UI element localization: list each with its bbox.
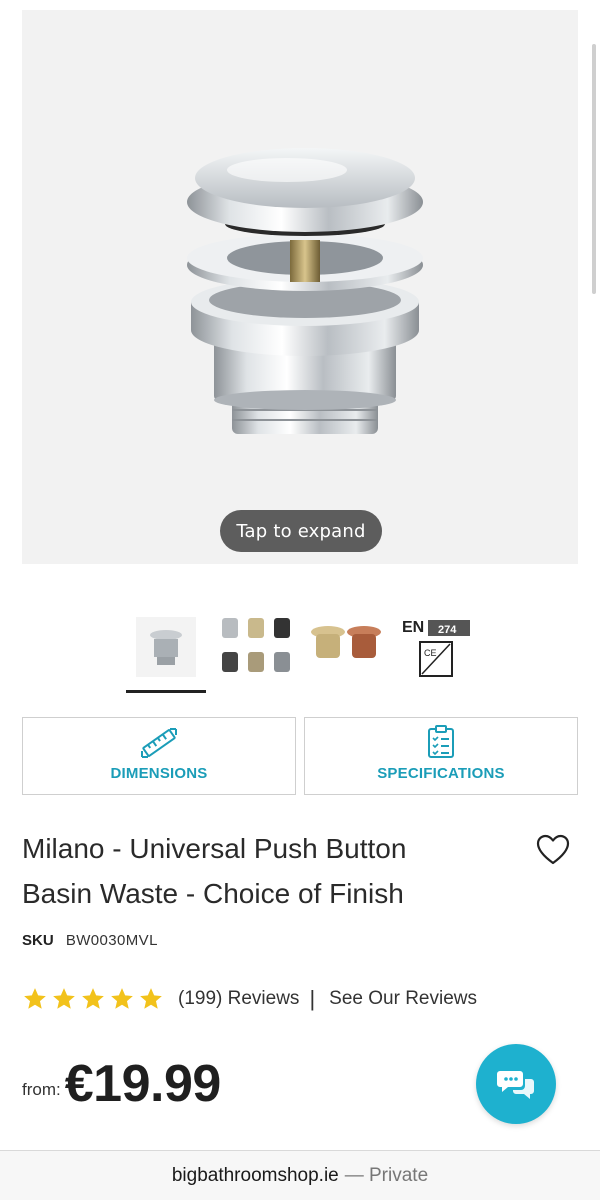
- dimensions-label: DIMENSIONS: [110, 765, 208, 782]
- browser-url-bar[interactable]: bigbathroomshop.ie — Private: [0, 1150, 600, 1200]
- certification-icon: EN 274 CE: [402, 619, 470, 677]
- price-value: €19.99: [64, 1055, 222, 1113]
- url-private-indicator: — Private: [344, 1164, 429, 1186]
- star-icon: [24, 988, 46, 1009]
- specifications-label: SPECIFICATIONS: [377, 765, 505, 782]
- dimensions-button[interactable]: DIMENSIONS: [22, 717, 296, 795]
- chrome-waste-thumb-image: [136, 617, 196, 677]
- finishes-grid-thumb-image: [222, 618, 290, 672]
- tap-to-expand-button[interactable]: Tap to expand: [220, 510, 382, 552]
- wishlist-heart-icon[interactable]: [536, 834, 570, 866]
- sku-label: SKU: [22, 932, 54, 949]
- reviews-count-link[interactable]: (199) Reviews: [178, 988, 299, 1010]
- price-block: from: €19.99: [22, 1058, 221, 1110]
- thumbnail-strip: EN 274 CE: [126, 607, 476, 693]
- url-domain: bigbathroomshop.ie: [171, 1164, 339, 1186]
- brass-copper-thumb-image: [311, 626, 381, 658]
- star-icon: [82, 988, 104, 1009]
- thumbnail-finishes-grid[interactable]: [216, 607, 296, 687]
- thumbnail-certification-marks[interactable]: EN 274 CE: [396, 607, 476, 687]
- live-chat-button[interactable]: [476, 1044, 556, 1124]
- price-prefix: from:: [22, 1080, 61, 1099]
- star-icon: [140, 988, 162, 1009]
- sku-row: SKU BW0030MVL: [22, 932, 158, 949]
- thumbnail-chrome-waste[interactable]: [126, 607, 206, 693]
- en-number-text: 274: [438, 624, 457, 636]
- see-our-reviews-link[interactable]: See Our Reviews: [329, 988, 477, 1010]
- ce-mark-text: CE: [424, 648, 437, 658]
- clipboard-list-icon: [428, 725, 454, 758]
- star-icon: [53, 988, 75, 1009]
- star-icon: [111, 988, 133, 1009]
- chat-bubbles-icon: [497, 1071, 534, 1099]
- star-rating: [22, 986, 164, 1012]
- specifications-button[interactable]: SPECIFICATIONS: [304, 717, 578, 795]
- product-title-line2: Basin Waste - Choice of Finish: [22, 878, 404, 909]
- ruler-icon: [141, 728, 177, 758]
- product-title: Milano - Universal Push Button Basin Was…: [22, 826, 502, 916]
- push-button-waste-illustration: [187, 148, 423, 434]
- rating-row: (199) Reviews | See Our Reviews: [22, 986, 477, 1012]
- reviews-separator: |: [309, 986, 316, 1011]
- en-text: EN: [402, 619, 424, 636]
- sku-value: BW0030MVL: [65, 932, 158, 949]
- product-title-line1: Milano - Universal Push Button: [22, 833, 407, 864]
- product-main-image[interactable]: Tap to expand: [22, 10, 578, 564]
- page-scrollbar[interactable]: [592, 44, 596, 294]
- thumbnail-brass-copper[interactable]: [306, 607, 386, 687]
